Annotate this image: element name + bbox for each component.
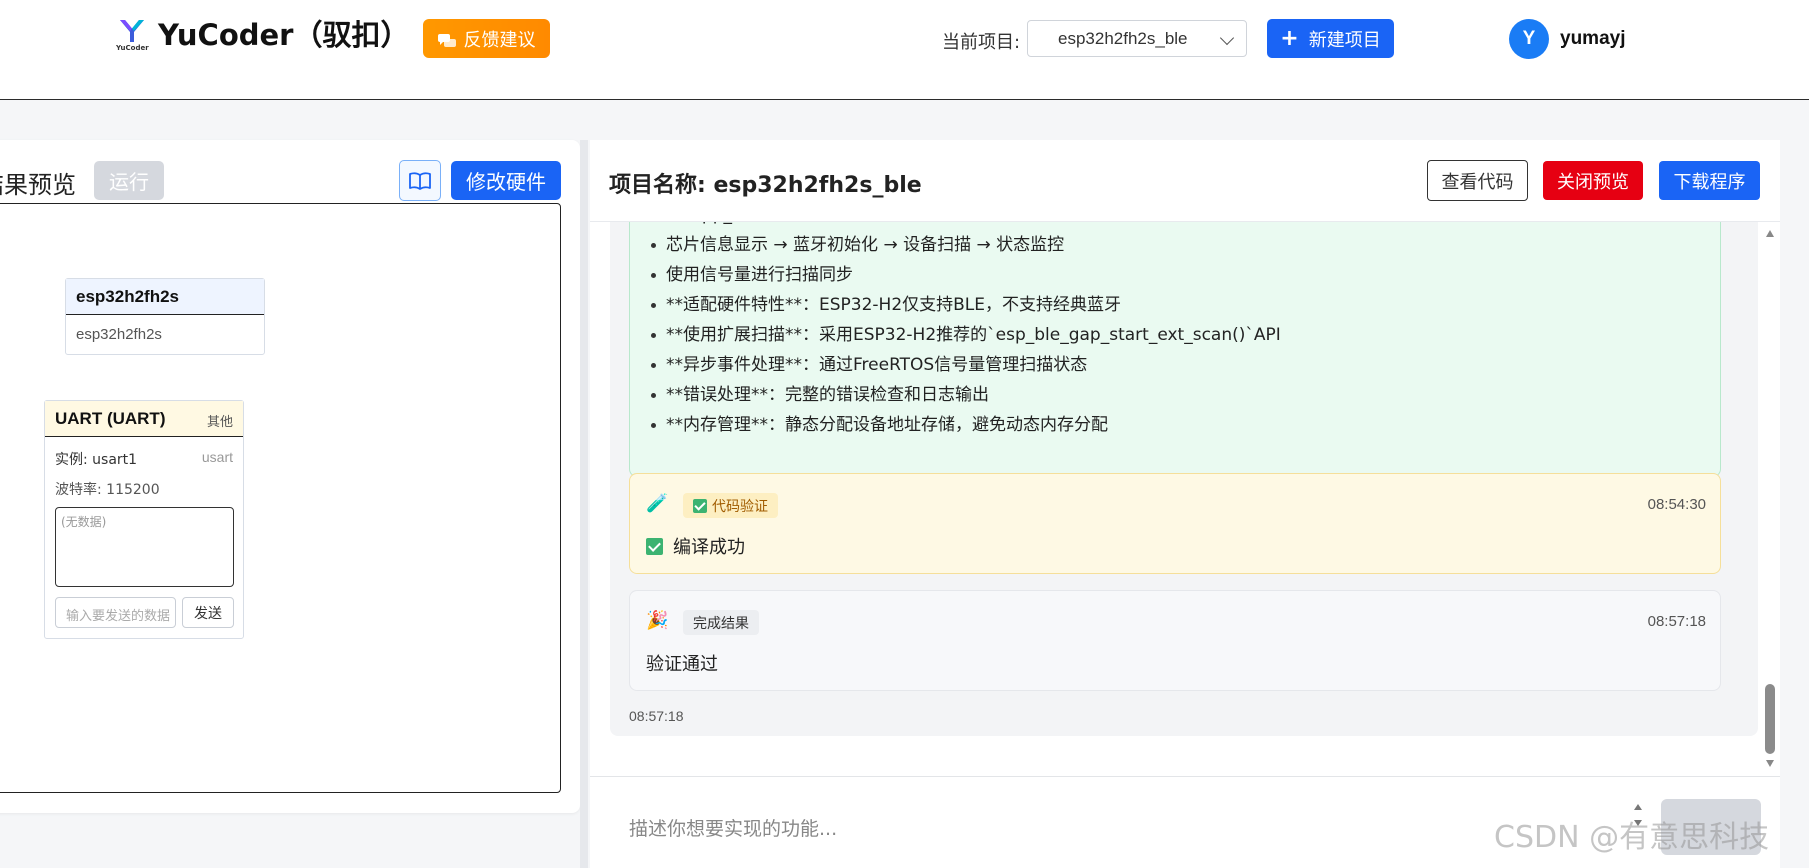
top-header: YuCoder YuCoder（驭扣） 反馈建议 当前项目: esp32h2fh… [0,0,1809,100]
list-item: **内存管理**：静态分配设备地址存储，避免动态内存分配 [651,410,1281,440]
new-project-button[interactable]: + 新建项目 [1267,19,1394,58]
avatar[interactable]: Y [1509,19,1549,59]
footer-timestamp: 08:57:18 [629,708,684,724]
uart-log-output[interactable]: (无数据) [55,507,234,587]
preview-title: 结果预览 [0,171,76,199]
verify-body-text: 编译成功 [673,537,745,558]
chat-messages[interactable]: 在`app_main()`中实现完整的BLE流程 芯片信息显示 → 蓝牙初始化 … [610,222,1758,736]
uart-send-input[interactable]: 输入要发送的数据 [55,597,176,628]
done-body: 验证通过 [646,650,718,676]
logo-y-icon [120,20,144,42]
new-project-label: 新建项目 [1308,29,1381,51]
plus-icon: + [1280,25,1299,51]
chip-node-title: esp32h2fh2s [66,279,264,315]
done-body-text: 验证通过 [646,654,718,675]
chip-node[interactable]: esp32h2fh2s esp32h2fh2s [65,278,265,355]
scroll-down-icon[interactable] [1766,760,1774,767]
list-item: 芯片信息显示 → 蓝牙初始化 → 设备扫描 → 状态监控 [651,230,1281,260]
list-item: **错误处理**：完整的错误检查和日志输出 [651,380,1281,410]
status-badge: 代码验证 [683,493,778,518]
logo[interactable]: YuCoder [116,18,149,52]
feedback-label: 反馈建议 [463,29,536,51]
current-project-label: 当前项目: [942,32,1021,53]
status-badge: 完成结果 [683,610,759,635]
feedback-button[interactable]: 反馈建议 [423,19,550,58]
code-verify-message: 🧪 代码验证 08:54:30 编译成功 [629,473,1721,574]
chevron-down-icon [1219,30,1235,46]
close-preview-button[interactable]: 关闭预览 [1543,161,1643,200]
book-icon [409,171,431,190]
done-badge-label: 完成结果 [693,615,749,632]
view-code-button[interactable]: 查看代码 [1427,160,1528,201]
username[interactable]: yumayj [1560,28,1625,50]
uart-send-button[interactable]: 发送 [182,597,234,628]
modify-hardware-button[interactable]: 修改硬件 [451,161,561,200]
uart-instance: 实例: usart1 [55,452,138,468]
download-program-button[interactable]: 下载程序 [1659,161,1760,200]
panel-splitter[interactable] [580,140,588,868]
list-item: 使用信号量进行扫描同步 [651,260,1281,290]
chip-node-subtitle: esp32h2fh2s [76,326,162,343]
scroll-up-icon[interactable] [1634,804,1642,810]
uart-node-tag: 其他 [206,415,233,430]
scroll-up-icon[interactable] [1766,230,1774,237]
prompt-input[interactable]: 描述你想要实现的功能... [629,814,837,841]
list-item: 在`app_main()`中实现完整的BLE流程 [666,222,1281,230]
chat-scrollbar[interactable] [1764,222,1776,770]
brand-title: YuCoder（驭扣） [158,18,410,52]
scroll-thumb[interactable] [1765,684,1775,754]
chat-bubble-icon [437,32,456,47]
watermark: CSDN @有意思科技 [1494,820,1770,855]
list-item: **异步事件处理**：通过FreeRTOS信号量管理扫描状态 [651,350,1281,380]
docs-button[interactable] [399,160,441,201]
checkbox-icon [693,498,707,513]
summary-message: 在`app_main()`中实现完整的BLE流程 芯片信息显示 → 蓝牙初始化 … [629,222,1721,477]
message-time: 08:54:30 [1647,496,1706,513]
uart-instance-type: usart [201,449,233,465]
message-time: 08:57:18 [1647,613,1706,630]
list-item: **使用扩展扫描**：采用ESP32-H2推荐的`esp_ble_gap_sta… [651,320,1281,350]
logo-subtext: YuCoder [116,44,149,52]
verify-badge-label: 代码验证 [712,498,768,515]
project-name-title: 项目名称: esp32h2fh2s_ble [609,173,922,198]
verify-body: 编译成功 [646,533,745,559]
project-select-value: esp32h2fh2s_ble [1058,28,1188,48]
uart-node[interactable]: UART (UART) 其他 实例: usart1 usart 波特率: 115… [44,400,244,639]
uart-node-header: UART (UART) 其他 [45,401,243,437]
test-tube-icon: 🧪 [646,493,669,513]
uart-baud-rate: 波特率: 115200 [55,482,160,498]
check-icon [646,537,663,555]
party-popper-icon: 🎉 [646,610,669,630]
project-select[interactable]: esp32h2fh2s_ble [1027,20,1247,57]
run-button[interactable]: 运行 [94,161,164,200]
list-item: **适配硬件特性**：ESP32-H2仅支持BLE，不支持经典蓝牙 [651,290,1281,320]
uart-node-title: UART (UART) [55,409,166,428]
result-message: 🎉 完成结果 08:57:18 验证通过 [629,590,1721,691]
summary-list: 在`app_main()`中实现完整的BLE流程 芯片信息显示 → 蓝牙初始化 … [651,222,1281,440]
